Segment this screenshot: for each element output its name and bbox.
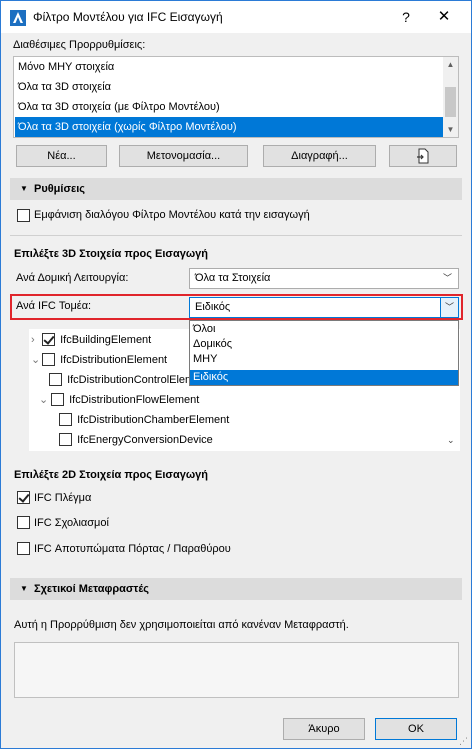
domain-option-selected[interactable]: Ειδικός [190,370,458,385]
collapse-triangle-icon: ▼ [20,184,28,193]
help-button[interactable]: ? [394,6,418,28]
ifc-domain-value: Ειδικός [195,301,231,313]
translators-header-label: Σχετικοί Μεταφραστές [34,583,150,595]
new-preset-button[interactable]: Νέα... [16,145,107,167]
preset-item[interactable]: Όλα τα 3D στοιχεία (με Φίλτρο Μοντέλου) [15,97,443,117]
delete-preset-button[interactable]: Διαγραφή... [263,145,376,167]
scroll-down-icon[interactable]: ▼ [443,122,458,137]
tree-scroll-down-icon[interactable]: ⌄ [447,435,455,446]
tree-checkbox[interactable] [42,333,56,346]
preset-item[interactable]: Μόνο ΜΗΥ στοιχεία [15,57,443,77]
chevron-down-icon: ﹀ [442,273,452,283]
tree-row[interactable]: IfcEnergyConversionDevice [59,430,213,450]
tree-label: IfcDistributionFlowElement [69,394,200,406]
tree-label: IfcBuildingElement [60,334,152,346]
tree-label: IfcDistributionElement [60,354,168,366]
tree-checkbox[interactable] [59,413,72,426]
show-dialog-label: Εμφάνιση διαλόγου Φίλτρο Μοντέλου κατά τ… [34,209,310,221]
preset-item-selected[interactable]: Όλα τα 3D στοιχεία (χωρίς Φίλτρο Μοντέλο… [15,117,443,137]
divider [10,235,462,236]
tree-label: IfcDistributionChamberElement [77,414,230,426]
tree-row[interactable]: ⌄ IfcDistributionFlowElement [39,390,199,410]
domain-option[interactable]: Δομικός [190,337,458,352]
preset-item[interactable]: Όλα τα 3D στοιχεία [15,77,443,97]
structural-function-value: Όλα τα Στοιχεία [195,272,271,284]
import-preset-button[interactable] [389,145,457,167]
ifc-door-window-label: IFC Αποτυπώματα Πόρτας / Παραθύρου [34,543,231,555]
show-dialog-checkbox[interactable] [17,209,30,222]
settings-section-header[interactable]: ▼ Ρυθμίσεις [10,178,462,200]
tree-checkbox[interactable] [42,353,56,366]
tree-checkbox[interactable] [49,373,62,386]
domain-option[interactable]: ΜΗΥ [190,352,458,367]
presets-label: Διαθέσιμες Προρρυθμίσεις: [13,39,146,51]
select-3d-heading: Επιλέξτε 3D Στοιχεία προς Εισαγωγή [14,248,208,260]
translators-section-header[interactable]: ▼ Σχετικοί Μεταφραστές [10,578,462,600]
ifc-grid-checkbox[interactable] [17,491,30,504]
chevron-right-icon[interactable]: › [31,330,39,350]
ifc-grid-label: IFC Πλέγμα [34,492,92,504]
collapse-triangle-icon: ▼ [20,584,28,593]
ifc-annotations-checkbox[interactable] [17,516,30,529]
dialog-window: Φίλτρο Μοντέλου για IFC Εισαγωγή ? ✕ Δια… [0,0,472,749]
ifc-domain-dropdown[interactable]: Όλοι Δομικός ΜΗΥ Ειδικός [189,320,459,386]
ifc-domain-label: Ανά IFC Τομέα: [16,300,92,312]
tree-row[interactable]: › IfcBuildingElement [31,330,151,350]
cancel-button[interactable]: Άκυρο [283,718,365,740]
ifc-domain-select[interactable]: Ειδικός ﹀ [189,297,459,318]
chevron-down-icon[interactable]: ⌄ [39,390,48,410]
chevron-down-icon[interactable]: ⌄ [31,350,40,370]
close-button[interactable]: ✕ [431,6,457,28]
ifc-annotations-label: IFC Σχολιασμοί [34,517,109,529]
archicad-icon [10,10,26,26]
domain-option[interactable]: Όλοι [190,322,458,337]
translators-list [14,642,459,698]
tree-checkbox[interactable] [59,433,72,446]
tree-row[interactable]: IfcDistributionControlElement [49,370,210,390]
structural-function-label: Ανά Δομική Λειτουργία: [16,272,129,284]
resize-grip-icon[interactable]: ⋰ [459,736,468,747]
select-2d-heading: Επιλέξτε 2D Στοιχεία προς Εισαγωγή [14,469,208,481]
structural-function-select[interactable]: Όλα τα Στοιχεία ﹀ [189,268,459,289]
window-title: Φίλτρο Μοντέλου για IFC Εισαγωγή [33,10,223,24]
settings-header-label: Ρυθμίσεις [34,183,85,195]
tree-label: IfcEnergyConversionDevice [77,434,213,446]
translators-note: Αυτή η Προρρύθμιση δεν χρησιμοποιείται α… [14,619,349,631]
scroll-thumb[interactable] [445,87,456,117]
rename-preset-button[interactable]: Μετονομασία... [119,145,248,167]
ifc-door-window-checkbox[interactable] [17,542,30,555]
presets-scrollbar[interactable]: ▲ ▼ [443,57,458,137]
tree-row[interactable]: IfcDistributionChamberElement [59,410,229,430]
scroll-up-icon[interactable]: ▲ [443,57,458,72]
title-bar: Φίλτρο Μοντέλου για IFC Εισαγωγή ? ✕ [1,1,471,33]
tree-row[interactable]: ⌄ IfcDistributionElement [31,350,167,370]
presets-list[interactable]: Μόνο ΜΗΥ στοιχεία Όλα τα 3D στοιχεία Όλα… [13,56,459,138]
tree-checkbox[interactable] [51,393,65,406]
import-icon [417,148,429,164]
ok-button[interactable]: OK [375,718,457,740]
chevron-down-icon: ﹀ [440,298,458,317]
